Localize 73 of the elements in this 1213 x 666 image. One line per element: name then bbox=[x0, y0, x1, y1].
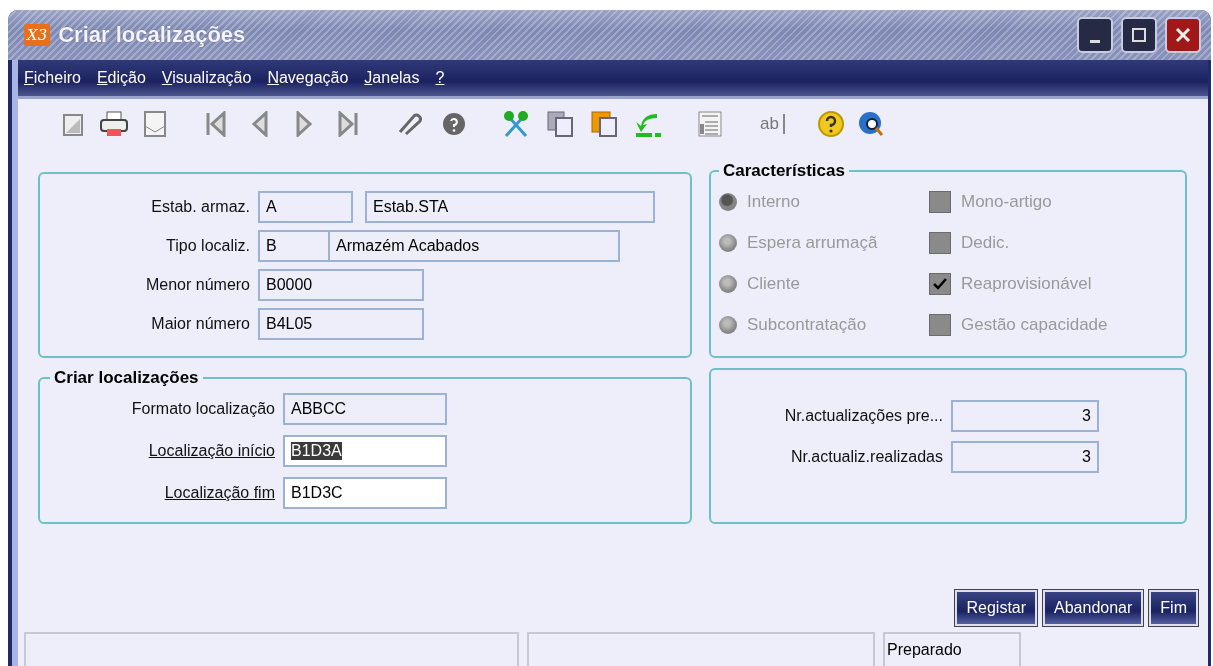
group-title: Características bbox=[722, 161, 846, 181]
radio-button[interactable] bbox=[719, 315, 737, 334]
option-label: Gestão capacidade bbox=[961, 314, 1108, 335]
scissors-icon[interactable] bbox=[502, 110, 530, 138]
form-icon[interactable] bbox=[697, 110, 723, 138]
input-field[interactable]: Armazém Acabados bbox=[330, 229, 620, 262]
field-link[interactable]: Localização início bbox=[50, 442, 283, 460]
option-label: Subcontratação bbox=[747, 314, 867, 335]
window-title: Criar localizações bbox=[58, 22, 247, 48]
menu-item[interactable]: Janelas bbox=[364, 69, 420, 87]
minimize-button[interactable] bbox=[1077, 17, 1113, 53]
radio-button[interactable] bbox=[719, 192, 737, 211]
action-button[interactable]: Abandonar bbox=[1043, 590, 1144, 626]
menu-item[interactable]: ? bbox=[435, 69, 445, 87]
help-icon[interactable] bbox=[816, 110, 845, 138]
maximize-button[interactable] bbox=[1121, 17, 1157, 53]
option-label: Reaprovisionável bbox=[961, 273, 1092, 294]
field-label: Nr.actualizações pre... bbox=[783, 406, 944, 425]
field-label: Menor número bbox=[144, 275, 251, 294]
input-field[interactable]: ABBCC bbox=[283, 393, 447, 425]
menu-item[interactable]: Edição bbox=[96, 69, 146, 87]
radio-button[interactable] bbox=[719, 274, 737, 293]
page-icon[interactable] bbox=[62, 111, 86, 137]
globe-search-icon[interactable] bbox=[856, 110, 885, 138]
checkbox[interactable] bbox=[929, 313, 951, 336]
group-title: Criar localizações bbox=[53, 368, 200, 388]
action-button[interactable]: Fim bbox=[1149, 590, 1198, 626]
checkbox[interactable] bbox=[929, 231, 951, 254]
field-label: Maior número bbox=[150, 314, 251, 333]
first-icon[interactable] bbox=[204, 111, 228, 137]
help-icon[interactable] bbox=[442, 112, 466, 136]
checkbox[interactable] bbox=[929, 272, 951, 295]
paperclip-icon[interactable] bbox=[396, 112, 424, 136]
close-icon bbox=[1175, 27, 1191, 43]
input-field[interactable]: 3 bbox=[951, 399, 1099, 432]
input-field[interactable]: 3 bbox=[951, 440, 1099, 473]
copy-icon[interactable] bbox=[546, 110, 574, 138]
option-label: Interno bbox=[747, 191, 800, 212]
option-label: Espera arrumaçã bbox=[747, 232, 878, 253]
input-field[interactable]: B4L05 bbox=[258, 307, 424, 340]
checkbox[interactable] bbox=[929, 190, 951, 213]
minimize-icon bbox=[1090, 39, 1100, 43]
status-message: Preparado bbox=[883, 632, 1021, 666]
menu-item[interactable]: Ficheiro bbox=[24, 69, 81, 87]
input-field[interactable]: B1D3C bbox=[283, 477, 447, 509]
mail-icon[interactable] bbox=[141, 110, 167, 138]
option-label: Mono-artigo bbox=[961, 191, 1052, 212]
printer-icon[interactable] bbox=[99, 110, 129, 138]
next-icon[interactable] bbox=[294, 111, 314, 137]
menu-item[interactable]: Visualização bbox=[161, 69, 252, 87]
close-button[interactable] bbox=[1165, 17, 1201, 53]
input-field[interactable]: Estab.STA bbox=[365, 190, 655, 223]
option-label: Dedic. bbox=[961, 232, 1010, 253]
paste-icon[interactable] bbox=[590, 110, 618, 138]
field-label: Tipo localiz. bbox=[165, 236, 251, 255]
menu-item[interactable]: Navegação bbox=[267, 69, 349, 87]
text-field-tool[interactable]: ab bbox=[756, 114, 785, 134]
field-label: Nr.actualiz.realizadas bbox=[789, 447, 944, 466]
action-button[interactable]: Registar bbox=[955, 590, 1038, 626]
radio-button[interactable] bbox=[719, 233, 737, 252]
maximize-icon bbox=[1131, 27, 1147, 43]
field-link[interactable]: Localização fim bbox=[50, 484, 283, 502]
previous-icon[interactable] bbox=[250, 111, 270, 137]
input-field[interactable]: A bbox=[258, 190, 353, 223]
input-field[interactable]: B0000 bbox=[258, 268, 424, 301]
field-label: Estab. armaz. bbox=[150, 197, 251, 216]
last-icon[interactable] bbox=[336, 111, 360, 137]
input-field[interactable]: B bbox=[258, 229, 330, 262]
checkmark-icon bbox=[933, 277, 947, 290]
option-label: Cliente bbox=[747, 273, 800, 294]
field-label: Formato localização bbox=[130, 400, 276, 418]
input-field[interactable]: B1D3A bbox=[283, 435, 447, 467]
app-logo: X3 bbox=[24, 24, 51, 46]
